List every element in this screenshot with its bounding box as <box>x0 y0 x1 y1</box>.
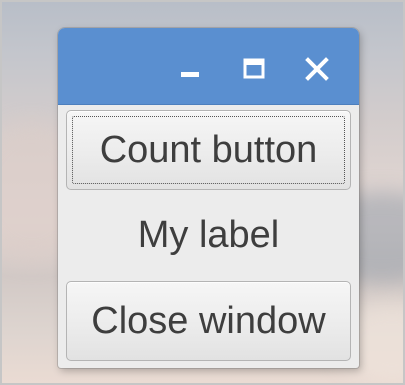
maximize-button[interactable] <box>241 56 267 82</box>
app-window: Count button My label Close window <box>58 28 359 368</box>
minimize-button[interactable] <box>177 56 203 82</box>
desktop-background: Count button My label Close window <box>0 0 405 385</box>
count-button[interactable]: Count button <box>66 110 351 190</box>
close-icon <box>305 57 329 81</box>
minimize-icon <box>181 72 199 77</box>
close-window-control[interactable] <box>304 56 330 82</box>
maximize-icon <box>243 58 265 79</box>
close-window-button[interactable]: Close window <box>66 281 351 361</box>
close-window-button-label: Close window <box>91 299 326 342</box>
count-button-label: Count button <box>99 128 318 171</box>
window-titlebar[interactable] <box>58 28 359 105</box>
my-label: My label <box>137 214 280 256</box>
